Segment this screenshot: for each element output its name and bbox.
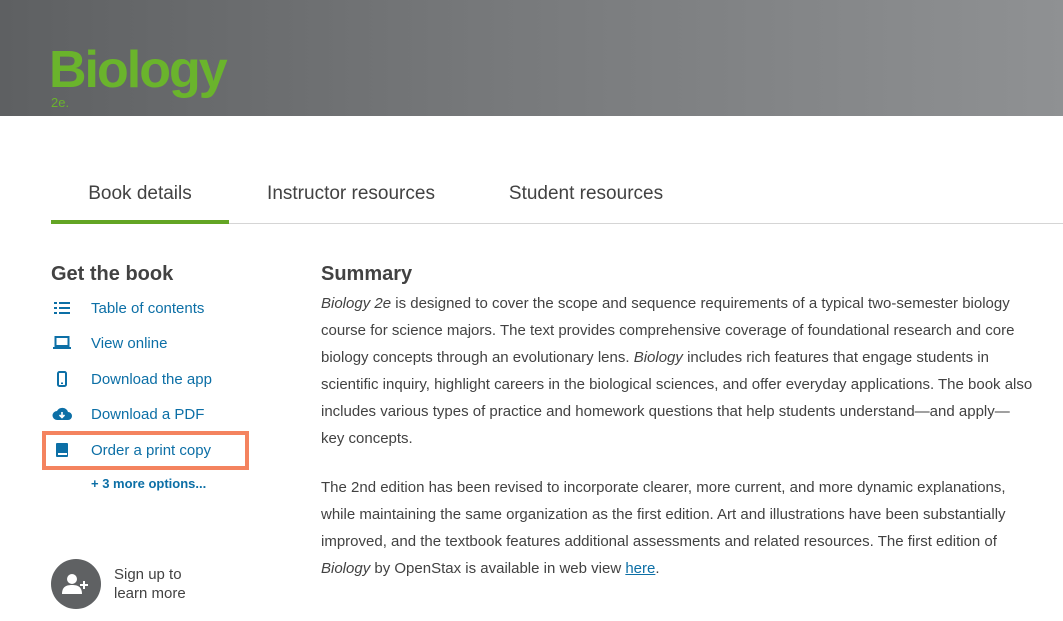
summary-paragraph-2: The 2nd edition has been revised to inco… xyxy=(321,474,1033,582)
get-the-book-panel: Get the book Table of contents View onli… xyxy=(42,260,271,491)
book-edition: 2e. xyxy=(51,95,70,110)
laptop-icon xyxy=(51,333,73,353)
web-view-here-link[interactable]: here xyxy=(625,560,655,577)
download-app-label: Download the app xyxy=(91,370,212,388)
add-user-icon xyxy=(51,559,101,609)
download-pdf-label: Download a PDF xyxy=(91,405,205,423)
tab-instructor-resources[interactable]: Instructor resources xyxy=(265,168,437,224)
table-of-contents-label: Table of contents xyxy=(91,299,205,317)
tab-student-resources[interactable]: Student resources xyxy=(508,168,664,224)
summary-paragraph-1: Biology 2e is designed to cover the scop… xyxy=(321,290,1033,452)
view-online-link[interactable]: View online xyxy=(51,331,167,355)
book-name-italic: Biology 2e xyxy=(321,295,392,312)
summary-text: . xyxy=(655,560,660,577)
cloud-download-icon xyxy=(51,404,73,424)
table-of-contents-link[interactable]: Table of contents xyxy=(51,296,204,320)
summary-section: Summary Biology 2e is designed to cover … xyxy=(321,260,1041,577)
summary-heading: Summary xyxy=(321,263,413,285)
order-print-copy-link[interactable]: Order a print copy xyxy=(51,438,211,462)
signup-prompt[interactable]: Sign up to learn more xyxy=(51,558,251,610)
signup-line-1: Sign up to xyxy=(114,566,182,583)
phone-icon xyxy=(51,369,73,389)
summary-text: The 2nd edition has been revised to inco… xyxy=(321,479,1006,550)
signup-line-2: learn more xyxy=(114,585,186,602)
more-options-link[interactable]: + 3 more options... xyxy=(91,476,206,491)
book-icon xyxy=(51,440,73,460)
get-the-book-heading: Get the book xyxy=(51,263,174,285)
download-pdf-link[interactable]: Download a PDF xyxy=(51,402,204,426)
order-print-copy-label: Order a print copy xyxy=(91,441,212,459)
view-online-label: View online xyxy=(91,334,168,352)
book-name-italic: Biology xyxy=(321,560,371,577)
download-app-link[interactable]: Download the app xyxy=(51,367,212,391)
book-name-italic: Biology xyxy=(633,349,683,366)
tab-book-details[interactable]: Book details xyxy=(51,168,229,224)
book-title: Biology xyxy=(49,41,228,99)
summary-text: by OpenStax is available in web view xyxy=(370,560,626,577)
book-hero-banner: Biology 2e. xyxy=(0,0,1063,116)
list-icon xyxy=(51,298,73,318)
tab-bar: Book details Instructor resources Studen… xyxy=(51,168,1063,224)
